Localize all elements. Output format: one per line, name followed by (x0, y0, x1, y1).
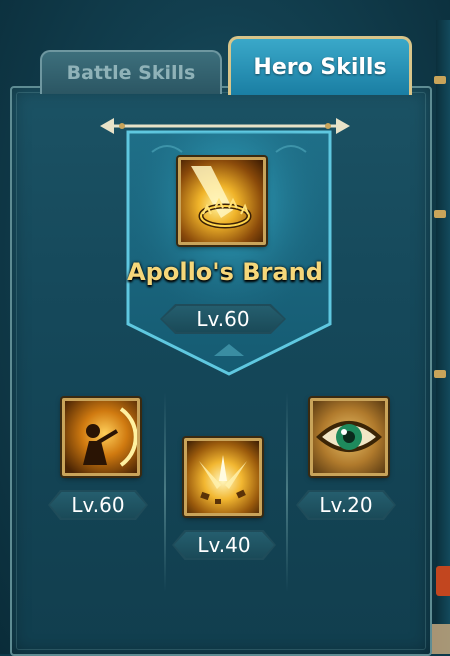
main-skill-level: Lv.60 (196, 307, 250, 331)
skill-1-level: Lv.60 (71, 493, 125, 517)
skill-3-level: Lv.20 (319, 493, 373, 517)
light-burst-icon[interactable] (184, 438, 262, 516)
flaming-bow-archer-icon[interactable] (62, 398, 140, 476)
main-skill-level-badge: Lv.60 (160, 304, 286, 334)
column-divider (164, 392, 166, 592)
skill-2-level: Lv.40 (197, 533, 251, 557)
rail-knob (434, 370, 446, 378)
column-divider (286, 392, 288, 592)
side-red-button[interactable] (436, 566, 450, 596)
tab-battle-skills-label: Battle Skills (66, 62, 196, 84)
flaming-crown-icon[interactable] (178, 157, 266, 245)
side-panel-edge (434, 20, 450, 654)
main-skill-name: Apollo's Brand (127, 258, 323, 286)
rail-knob (434, 76, 446, 84)
banner-rod (100, 118, 350, 134)
tab-hero-skills-label: Hero Skills (253, 54, 387, 80)
tab-battle-skills[interactable]: Battle Skills (40, 50, 222, 94)
tab-hero-skills[interactable]: Hero Skills (228, 36, 412, 95)
skill-2-level-badge: Lv.40 (172, 530, 276, 560)
green-eye-icon[interactable] (310, 398, 388, 476)
rail-knob (434, 210, 446, 218)
skill-3-level-badge: Lv.20 (296, 490, 396, 520)
skill-1-level-badge: Lv.60 (48, 490, 148, 520)
